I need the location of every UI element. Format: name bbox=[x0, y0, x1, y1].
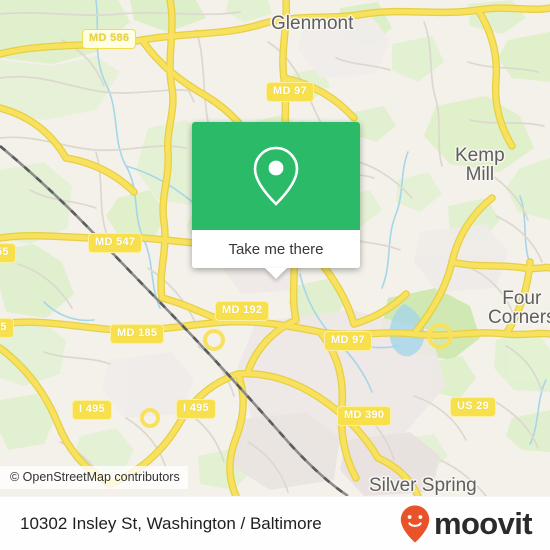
road-shield-md-97-south: MD 97 bbox=[324, 331, 372, 351]
road-shield-md-97-north: MD 97 bbox=[266, 82, 314, 102]
road-shield-md-185: MD 185 bbox=[110, 324, 165, 344]
footer-bar: 10302 Insley St, Washington / Baltimore … bbox=[0, 496, 550, 550]
road-shield-md-586: MD 586 bbox=[82, 29, 137, 49]
place-label-kemp-mill: Kemp Mill bbox=[455, 145, 505, 186]
road-shield-i-495-center: I 495 bbox=[176, 399, 216, 419]
moovit-wordmark: moovit bbox=[433, 506, 533, 541]
place-label-glenmont: Glenmont bbox=[271, 13, 354, 34]
place-label-silver-spring: Silver Spring bbox=[369, 475, 477, 496]
map-canvas[interactable]: Glenmont Kemp Mill Four Corners Silver S… bbox=[0, 0, 550, 496]
popup-action-bar[interactable]: Take me there bbox=[192, 230, 360, 279]
place-label-four-corners: Four Corners bbox=[488, 288, 550, 329]
moovit-pin-smiley-icon bbox=[400, 505, 430, 542]
road-shield-md-390: MD 390 bbox=[337, 406, 392, 426]
osm-attribution[interactable]: © OpenStreetMap contributors bbox=[0, 466, 188, 489]
road-shield-i-495-west: I 495 bbox=[72, 400, 112, 420]
road-shield-md-192: MD 192 bbox=[215, 301, 270, 321]
address-label: 10302 Insley St, Washington / Baltimore bbox=[20, 513, 322, 533]
road-shield-edge-upper: 55 bbox=[0, 243, 16, 263]
map-screen: Glenmont Kemp Mill Four Corners Silver S… bbox=[0, 0, 550, 550]
road-shield-edge-lower: 55 bbox=[0, 318, 14, 338]
moovit-brand[interactable]: moovit bbox=[399, 504, 533, 544]
road-shield-us-29: US 29 bbox=[450, 397, 497, 417]
map-pin-icon bbox=[253, 146, 299, 206]
road-shield-md-547: MD 547 bbox=[88, 233, 143, 253]
take-me-there-label: Take me there bbox=[228, 240, 324, 258]
location-popup[interactable]: Take me there bbox=[192, 122, 360, 279]
popup-pointer-tail bbox=[265, 268, 287, 279]
popup-image-panel bbox=[192, 122, 360, 230]
